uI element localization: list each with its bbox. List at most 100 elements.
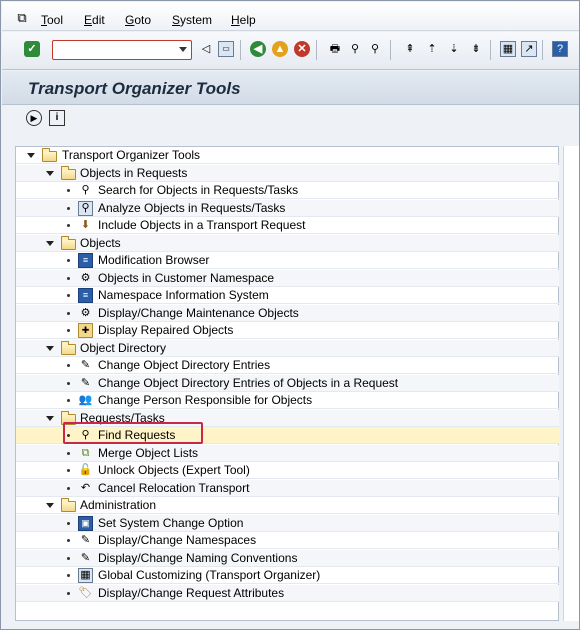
tree-node-root[interactable]: Transport Organizer Tools bbox=[16, 147, 559, 164]
tree-item-merge-object-lists[interactable]: ⧉ Merge Object Lists bbox=[16, 444, 559, 462]
pencil-icon: ✎ bbox=[80, 376, 91, 389]
search-binoculars-icon: ⚲ bbox=[81, 184, 90, 196]
tree-item-cancel-relocation[interactable]: ↶ Cancel Relocation Transport bbox=[16, 479, 559, 497]
help-icon[interactable]: ? bbox=[552, 41, 568, 57]
execute-icon[interactable]: ▶ bbox=[26, 110, 42, 126]
tree-item-maintenance-objects[interactable]: ⚙ Display/Change Maintenance Objects bbox=[16, 304, 559, 322]
expand-triangle-icon[interactable] bbox=[46, 170, 54, 176]
bullet bbox=[67, 294, 70, 297]
pencil-icon: ✎ bbox=[80, 551, 91, 564]
merge-icon: ⧉ bbox=[81, 446, 90, 459]
tree-item-label: Include Objects in a Transport Request bbox=[98, 218, 306, 232]
tree-item-label: Merge Object Lists bbox=[98, 445, 199, 460]
tree-item-label: Display/Change Request Attributes bbox=[98, 585, 285, 600]
save-icon[interactable]: ▭ bbox=[218, 41, 234, 57]
bullet bbox=[67, 451, 70, 455]
find-next-icon[interactable]: ⚲ bbox=[367, 41, 383, 57]
tree-item-include-objects[interactable]: ⬇ Include Objects in a Transport Request bbox=[16, 217, 559, 234]
find-icon[interactable]: ⚲ bbox=[347, 41, 363, 57]
tree-item-customer-namespace[interactable]: ⚙ Objects in Customer Namespace bbox=[16, 269, 559, 287]
expand-triangle-icon[interactable] bbox=[46, 503, 54, 508]
info-system-icon: ≡ bbox=[78, 288, 93, 303]
print-icon[interactable]: 🖶 bbox=[327, 41, 343, 57]
folder-icon bbox=[61, 340, 76, 355]
bullet bbox=[67, 521, 70, 525]
create-session-icon[interactable]: ▦ bbox=[500, 41, 516, 57]
info-icon[interactable]: i bbox=[49, 110, 65, 126]
folder-icon bbox=[42, 148, 57, 162]
menu-tool[interactable]: Tool bbox=[41, 13, 63, 27]
tree-node-objects-in-requests[interactable]: Objects in Requests bbox=[16, 164, 559, 182]
menu-help[interactable]: Help bbox=[231, 13, 256, 27]
table-icon: ▦ bbox=[78, 568, 93, 583]
tree-item-label: Display/Change Naming Conventions bbox=[98, 550, 298, 565]
tree-node-object-directory[interactable]: Object Directory bbox=[16, 339, 559, 357]
tree-node-administration[interactable]: Administration bbox=[16, 497, 559, 514]
tree-item-search-objects[interactable]: ⚲ Search for Objects in Requests/Tasks bbox=[16, 182, 559, 199]
previous-page-icon[interactable]: ⇡ bbox=[424, 41, 440, 57]
system-menu-icon[interactable]: ⧉ bbox=[14, 9, 30, 25]
tree-item-label: Search for Objects in Requests/Tasks bbox=[98, 183, 299, 197]
first-page-icon[interactable]: ⇞ bbox=[402, 41, 418, 57]
tree-item-repaired-objects[interactable]: ✚ Display Repaired Objects bbox=[16, 322, 559, 339]
tree-item-label: Namespace Information System bbox=[98, 288, 269, 302]
menu-goto[interactable]: Goto bbox=[125, 13, 151, 27]
enter-icon[interactable]: ✓ bbox=[24, 41, 40, 57]
expand-triangle-icon[interactable] bbox=[46, 345, 54, 351]
tree-node-objects[interactable]: Objects bbox=[16, 234, 559, 252]
expand-triangle-icon[interactable] bbox=[46, 415, 54, 421]
back-icon[interactable]: ◀ bbox=[250, 41, 266, 57]
tree-item-label: Objects in Customer Namespace bbox=[98, 270, 275, 285]
tree-item-modification-browser[interactable]: ≡ Modification Browser bbox=[16, 252, 559, 269]
tree-node-label: Object Directory bbox=[80, 340, 167, 355]
tree-item-set-system-change-option[interactable]: ▣ Set System Change Option bbox=[16, 514, 559, 532]
tree-item-label: Cancel Relocation Transport bbox=[98, 480, 250, 495]
tree-item-global-customizing[interactable]: ▦ Global Customizing (Transport Organize… bbox=[16, 567, 559, 584]
tree-item-change-directory-entries-request[interactable]: ✎ Change Object Directory Entries of Obj… bbox=[16, 374, 559, 392]
objects-icon: ⚙ bbox=[80, 306, 91, 319]
tree-node-label: Administration bbox=[80, 498, 157, 512]
expand-triangle-icon[interactable] bbox=[46, 240, 54, 246]
unlock-icon: 🔓 bbox=[78, 464, 93, 476]
application-toolbar: ▶ i bbox=[2, 106, 579, 132]
standard-toolbar: ✓ ◁ ▭ ◀ ▲ ✕ 🖶 ⚲ ⚲ ⇞ ⇡ ⇣ ⇟ ▦ ↗ ? bbox=[2, 32, 579, 70]
chevron-down-icon[interactable] bbox=[179, 47, 187, 52]
tree-item-label: Display/Change Maintenance Objects bbox=[98, 305, 299, 320]
menu-system[interactable]: System bbox=[172, 13, 212, 27]
tree-item-naming-conventions[interactable]: ✎ Display/Change Naming Conventions bbox=[16, 549, 559, 567]
include-icon: ⬇ bbox=[80, 219, 91, 231]
next-page-icon[interactable]: ⇣ bbox=[446, 41, 462, 57]
highlight-box bbox=[63, 422, 203, 444]
tree-item-unlock-objects[interactable]: 🔓 Unlock Objects (Expert Tool) bbox=[16, 462, 559, 479]
bullet bbox=[67, 539, 70, 542]
bullet bbox=[67, 364, 70, 367]
back-arrow-icon[interactable]: ◁ bbox=[198, 41, 214, 57]
tree-item-change-directory-entries[interactable]: ✎ Change Object Directory Entries bbox=[16, 357, 559, 374]
pencil-icon: ✎ bbox=[80, 534, 91, 546]
command-field[interactable] bbox=[52, 40, 192, 60]
bullet bbox=[67, 189, 70, 192]
tree-item-label: Display/Change Namespaces bbox=[98, 533, 257, 547]
tree-item-display-change-namespaces[interactable]: ✎ Display/Change Namespaces bbox=[16, 532, 559, 549]
expand-triangle-icon[interactable] bbox=[27, 153, 35, 158]
cancel-icon[interactable]: ✕ bbox=[294, 41, 310, 57]
tree-item-analyze-objects[interactable]: ⚲ Analyze Objects in Requests/Tasks bbox=[16, 199, 559, 217]
tree-item-label: Change Object Directory Entries bbox=[98, 358, 271, 372]
bullet bbox=[67, 574, 70, 577]
tree-item-label: Unlock Objects (Expert Tool) bbox=[98, 463, 250, 477]
exit-icon[interactable]: ▲ bbox=[272, 41, 288, 57]
tree-item-namespace-info-system[interactable]: ≡ Namespace Information System bbox=[16, 287, 559, 304]
menu-edit[interactable]: Edit bbox=[84, 13, 105, 27]
objects-icon: ⚙ bbox=[80, 271, 91, 284]
tree-item-change-person-responsible[interactable]: 👥 Change Person Responsible for Objects bbox=[16, 392, 559, 409]
tree-item-request-attributes[interactable]: 🏷 Display/Change Request Attributes bbox=[16, 584, 559, 602]
last-page-icon[interactable]: ⇟ bbox=[468, 41, 484, 57]
analyze-icon: ⚲ bbox=[78, 200, 93, 216]
tree-node-label: Objects in Requests bbox=[80, 165, 188, 180]
shortcut-icon[interactable]: ↗ bbox=[521, 41, 537, 57]
bullet bbox=[67, 399, 70, 402]
system-change-icon: ▣ bbox=[78, 515, 93, 531]
toolbar-separator bbox=[542, 40, 543, 60]
right-panel bbox=[563, 146, 579, 621]
bullet bbox=[67, 591, 70, 595]
